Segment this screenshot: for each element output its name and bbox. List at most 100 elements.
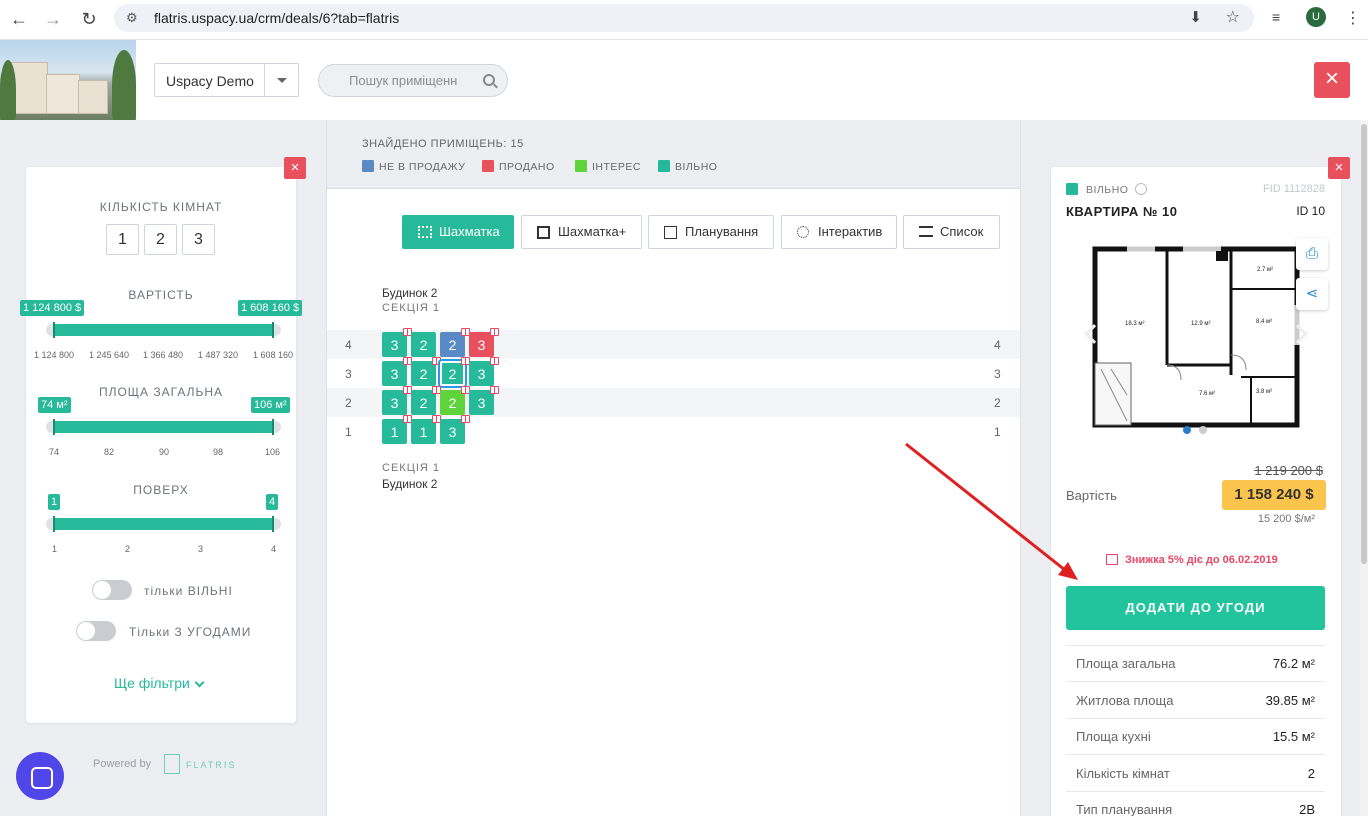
tab-list[interactable]: Список: [903, 215, 1000, 249]
tab-interactive[interactable]: Інтерактив: [781, 215, 897, 249]
floor-number: 4: [345, 338, 352, 352]
add-to-deal-button[interactable]: ДОДАТИ ДО УГОДИ: [1066, 586, 1325, 630]
apartment-cell[interactable]: 3: [440, 415, 470, 444]
apartment-cell[interactable]: 2: [411, 332, 436, 357]
search-icon[interactable]: [483, 74, 495, 86]
search-box[interactable]: [318, 64, 508, 97]
price-tick: 1 366 480: [143, 350, 184, 360]
apartment-cell[interactable]: 3: [469, 386, 499, 415]
only-free-label: тільки ВІЛЬНІ: [144, 584, 233, 598]
carousel-dot[interactable]: [1199, 426, 1207, 434]
chevron-down-icon[interactable]: [194, 677, 205, 688]
property-value: 15.5 м²: [1272, 729, 1315, 744]
install-icon[interactable]: ⬇: [1189, 8, 1202, 26]
price-min-tag: 1 124 800 $: [20, 300, 85, 316]
section-label: СЕКЦІЯ 1: [382, 302, 440, 314]
floorplan-icon: [664, 226, 677, 239]
only-deals-toggle[interactable]: [76, 621, 116, 641]
price-slider-min-handle[interactable]: [53, 322, 55, 338]
room-option-3[interactable]: 3: [182, 224, 215, 255]
apartment-cell[interactable]: 2: [440, 386, 470, 415]
apartment-id: ID 10: [1296, 204, 1325, 218]
section-label: СЕКЦІЯ 1: [382, 462, 440, 474]
apartment-cell[interactable]: 3: [469, 357, 499, 386]
carousel-dot-active[interactable]: [1183, 426, 1191, 434]
chat-widget-icon[interactable]: [16, 752, 64, 800]
floor-number: 2: [994, 396, 1001, 410]
only-free-toggle[interactable]: [92, 580, 132, 600]
tab-label: Планування: [685, 224, 759, 239]
kebab-menu-icon[interactable]: ⋮: [1345, 8, 1361, 28]
share-button[interactable]: ⋖: [1296, 278, 1328, 310]
app-header: Uspacy Demo ×: [0, 40, 1368, 120]
project-image: [0, 40, 136, 120]
apartment-cell[interactable]: 2: [411, 386, 441, 415]
apartment-cell[interactable]: 2: [440, 328, 470, 357]
area-slider-min-handle[interactable]: [53, 419, 55, 435]
floorplan-image[interactable]: 18.3 м² 12.9 м² 2.7 м² 8.4 м² 7.6 м² 3.8…: [1091, 245, 1301, 429]
media-icon[interactable]: ≡: [1272, 9, 1280, 25]
apartment-cell[interactable]: 2: [411, 357, 441, 386]
property-value: 2: [1307, 765, 1315, 781]
only-deals-label: Тільки З УГОДАМИ: [129, 625, 252, 639]
apartment-cell[interactable]: 1: [411, 415, 441, 444]
property-row: Тип планування 2В: [1066, 792, 1325, 816]
back-icon[interactable]: ←: [8, 8, 30, 30]
plan-room-label: 12.9 м²: [1191, 321, 1210, 327]
more-filters-link[interactable]: Ще фільтри: [114, 675, 190, 691]
found-count: ЗНАЙДЕНО ПРИМІЩЕНЬ: 15: [362, 138, 524, 150]
status-swatch: [1066, 183, 1078, 195]
area-tick: 106: [265, 447, 281, 457]
property-value: 39.85 м²: [1265, 692, 1315, 708]
apartment-cell[interactable]: 3: [382, 328, 412, 357]
tab-chessboard[interactable]: Шахматка: [402, 215, 514, 249]
forward-icon[interactable]: →: [42, 8, 64, 30]
apartment-cell[interactable]: 3: [382, 386, 412, 415]
project-select[interactable]: Uspacy Demo: [154, 63, 299, 97]
bookmark-star-icon[interactable]: ☆: [1226, 7, 1240, 27]
room-option-1[interactable]: 1: [106, 224, 139, 255]
chevron-down-icon[interactable]: [264, 64, 298, 96]
reload-icon[interactable]: ↻: [78, 8, 100, 30]
room-option-2[interactable]: 2: [144, 224, 177, 255]
property-row: Житлова площа 39.85 м²: [1066, 683, 1325, 719]
legend-sold: ПРОДАНО: [499, 161, 555, 173]
print-button[interactable]: ⎙: [1296, 238, 1328, 270]
card-close-button[interactable]: ×: [1328, 157, 1350, 179]
history-icon[interactable]: [1135, 183, 1147, 195]
plan-room-label: 7.6 м²: [1199, 391, 1215, 397]
list-icon: [919, 226, 933, 237]
price-slider-max-handle[interactable]: [272, 322, 274, 338]
floor-filter-title: ПОВЕРХ: [133, 483, 189, 497]
close-button[interactable]: ×: [1314, 62, 1350, 98]
apartment-cell[interactable]: 2: [440, 357, 470, 386]
scrollbar-thumb[interactable]: [1361, 124, 1367, 564]
area-slider-max-handle[interactable]: [272, 419, 274, 435]
area-tick: 74: [49, 447, 60, 457]
tab-planning[interactable]: Планування: [648, 215, 774, 249]
profile-avatar[interactable]: U: [1306, 7, 1326, 27]
property-label: Житлова площа: [1076, 692, 1174, 708]
address-bar[interactable]: ⚙ flatris.uspacy.ua/crm/deals/6?tab=flat…: [114, 4, 1254, 32]
floor-slider-min-handle[interactable]: [53, 516, 55, 532]
apartment-cell[interactable]: 3: [469, 328, 499, 357]
floor-tick: 4: [271, 544, 277, 554]
building-label: Будинок 2: [382, 477, 438, 491]
price-tick: 1 608 160: [253, 350, 294, 360]
floor-slider-max-handle[interactable]: [272, 516, 274, 532]
search-input[interactable]: [349, 73, 474, 88]
filter-close-button[interactable]: ×: [284, 157, 306, 179]
property-label: Тип планування: [1076, 802, 1173, 816]
legend-swatch-sold: [482, 160, 494, 172]
apartment-cell[interactable]: 3: [382, 357, 412, 386]
apartment-cell[interactable]: 1: [382, 415, 412, 444]
gift-icon: [1106, 554, 1118, 565]
url-text: flatris.uspacy.ua/crm/deals/6?tab=flatri…: [154, 10, 400, 26]
site-settings-icon[interactable]: ⚙: [126, 10, 138, 26]
fid-text: FID 1112828: [1263, 183, 1325, 195]
legend-not-for-sale: НЕ В ПРОДАЖУ: [379, 161, 466, 173]
flatris-logo-icon: [164, 754, 180, 774]
floor-number: 1: [345, 425, 352, 439]
apartment-card: ВІЛЬНО FID 1112828 КВАРТИРА № 10 ID 10 1…: [1051, 167, 1341, 816]
tab-chessboard-plus[interactable]: Шахматка+: [521, 215, 642, 249]
